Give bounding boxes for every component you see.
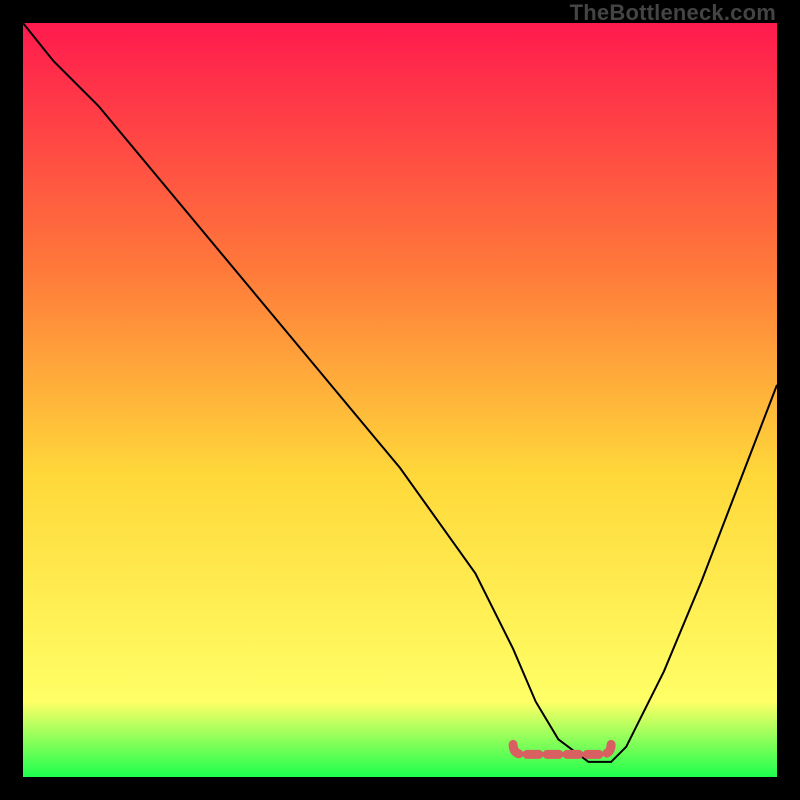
watermark-text: TheBottleneck.com xyxy=(570,0,776,26)
chart-background xyxy=(23,23,777,777)
chart-frame xyxy=(23,23,777,777)
chart-svg xyxy=(23,23,777,777)
